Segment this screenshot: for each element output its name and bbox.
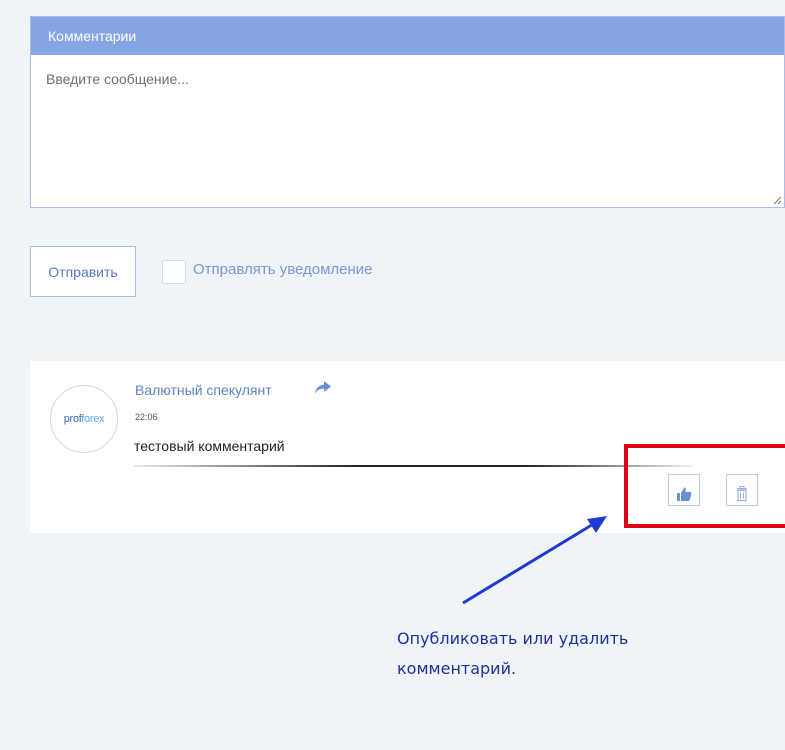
comment-time: 22:06 (135, 412, 158, 422)
annotation-text: Опубликовать или удалить комментарий. (397, 624, 727, 684)
annotation-arrow-icon (462, 516, 607, 605)
author-name[interactable]: Валютный спекулянт (135, 382, 272, 398)
comments-header: Комментарии (31, 17, 784, 55)
annotation-line-1: Опубликовать или удалить (397, 629, 629, 648)
highlight-box (624, 444, 785, 528)
comment-text: тестовый комментарий (134, 438, 285, 454)
avatar-logo-part-2: forex (81, 413, 105, 425)
send-button[interactable]: Отправить (30, 246, 136, 297)
notify-checkbox[interactable] (162, 260, 186, 284)
comments-panel: Комментарии (30, 16, 785, 208)
avatar: profforex (50, 385, 118, 453)
notify-label[interactable]: Отправлять уведомление (193, 261, 373, 278)
message-input[interactable] (31, 55, 784, 207)
avatar-logo-part-1: prof (63, 413, 82, 425)
share-arrow-icon[interactable] (314, 380, 332, 396)
annotation-line-2: комментарий. (397, 659, 517, 678)
comment-divider (134, 465, 694, 467)
